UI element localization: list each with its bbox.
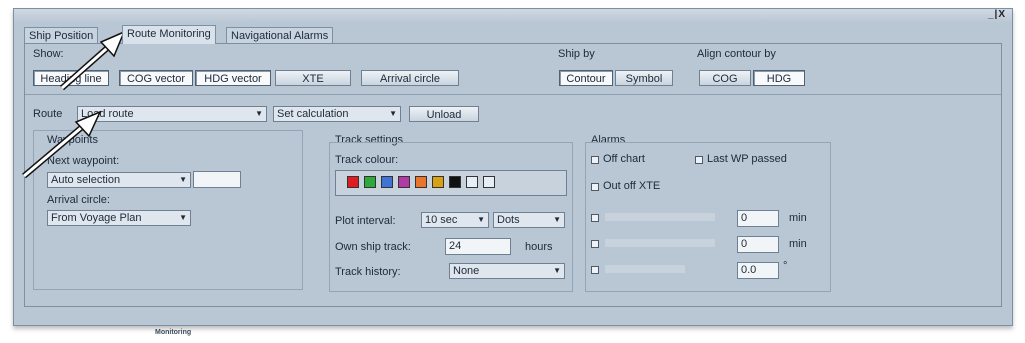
arrow-to-load-route — [22, 110, 102, 179]
annotation-arrows — [22, 30, 126, 179]
arrow-to-route-monitoring-tab — [60, 30, 126, 91]
monitoring-footer-tab[interactable]: Monitoring — [155, 329, 191, 336]
tab-route-monitoring[interactable]: Route Monitoring — [122, 25, 216, 44]
